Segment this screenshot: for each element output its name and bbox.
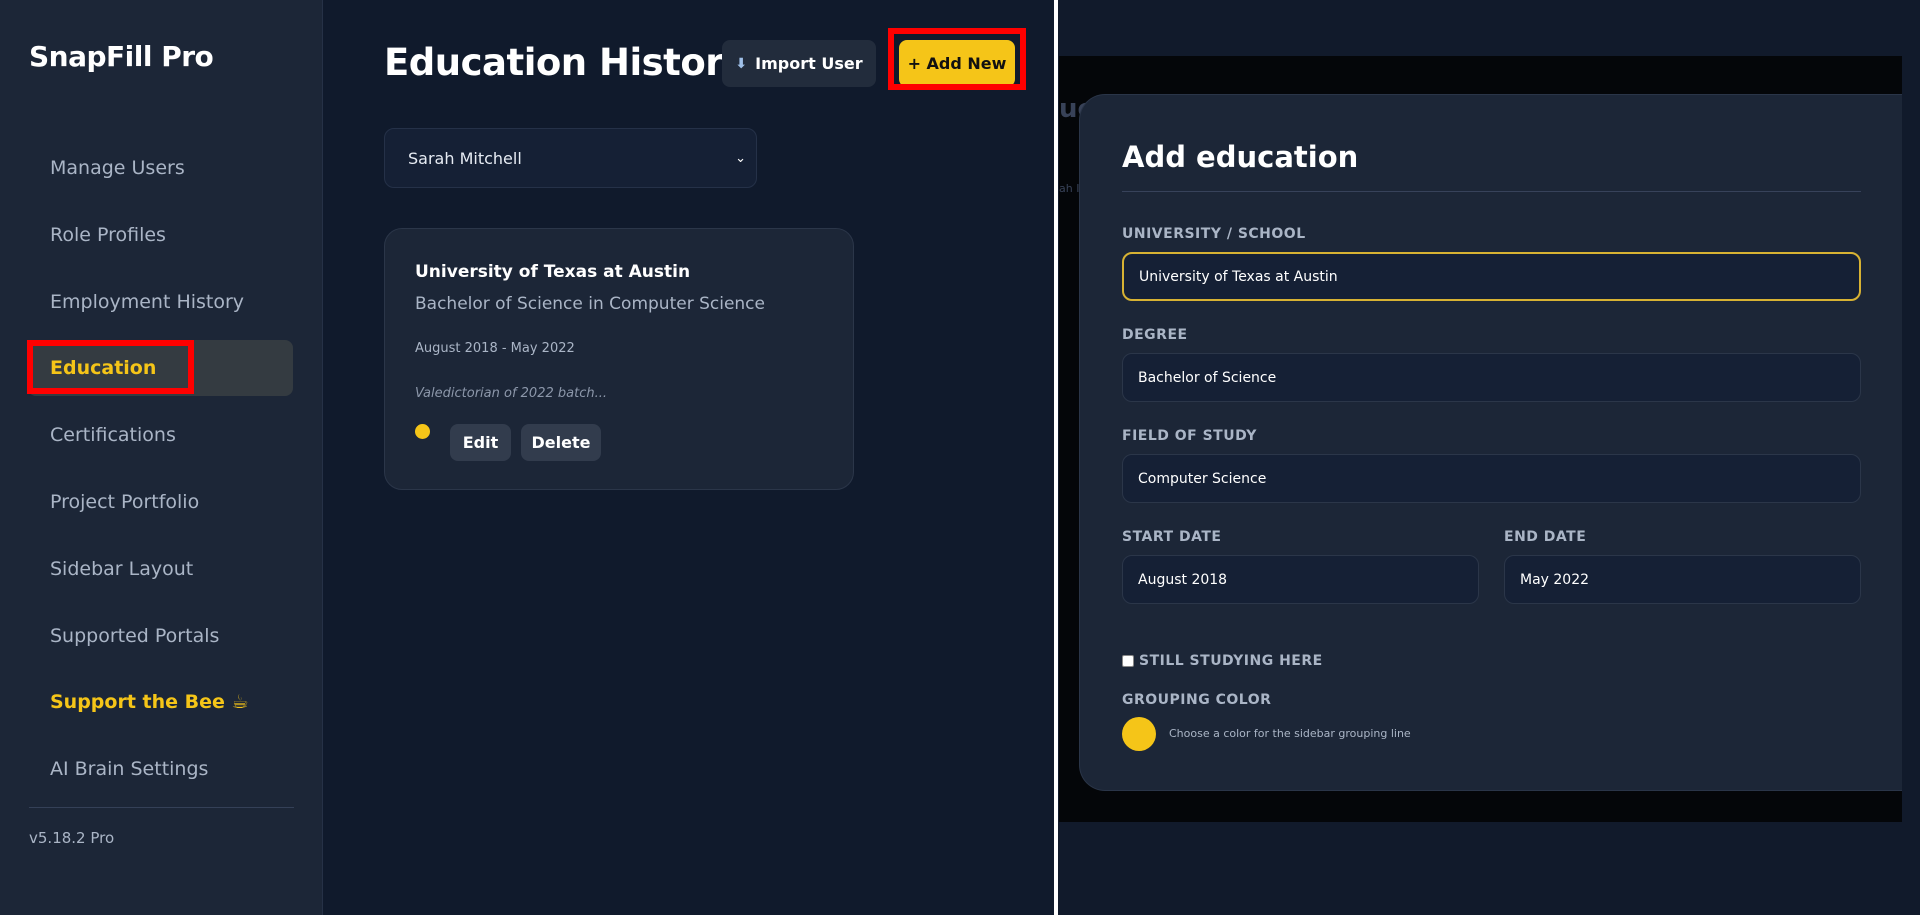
- group-color-dot: [415, 424, 430, 439]
- add-new-button[interactable]: + Add New: [899, 40, 1015, 87]
- education-dates: August 2018 - May 2022: [415, 341, 575, 356]
- modal-backdrop[interactable]: uc ah I Add education UNIVERSITY / SCHOO…: [1059, 56, 1902, 822]
- start-date-input[interactable]: August 2018: [1122, 555, 1479, 604]
- education-school: University of Texas at Austin: [415, 262, 691, 282]
- app-version: v5.18.2 Pro: [29, 829, 115, 847]
- sidebar-item-supported-portals[interactable]: Supported Portals: [28, 608, 293, 664]
- degree-label: DEGREE: [1122, 327, 1188, 343]
- education-description: Valedictorian of 2022 batch...: [415, 386, 607, 401]
- import-user-label: Import User: [755, 54, 863, 73]
- sidebar-item-sidebar-layout[interactable]: Sidebar Layout: [28, 541, 293, 597]
- edit-button[interactable]: Edit: [450, 424, 511, 461]
- modal-title: Add education: [1122, 140, 1359, 174]
- end-date-label: END DATE: [1504, 529, 1587, 545]
- user-select[interactable]: Sarah Mitchell ⌄: [384, 128, 757, 188]
- education-card: University of Texas at Austin Bachelor o…: [384, 228, 854, 490]
- delete-button[interactable]: Delete: [521, 424, 601, 461]
- chevron-down-icon: ⌄: [735, 150, 746, 166]
- sidebar-item-role-profiles[interactable]: Role Profiles: [28, 207, 293, 263]
- education-degree: Bachelor of Science in Computer Science: [415, 294, 765, 314]
- app-brand: SnapFill Pro: [29, 40, 214, 73]
- end-date-input[interactable]: May 2022: [1504, 555, 1861, 604]
- add-education-modal: Add education UNIVERSITY / SCHOOL Univer…: [1079, 94, 1902, 791]
- sidebar-item-manage-users[interactable]: Manage Users: [28, 140, 293, 196]
- page-title: Education History: [384, 41, 747, 84]
- sidebar-item-support-the-bee[interactable]: Support the Bee ☕: [28, 674, 293, 730]
- sidebar: SnapFill Pro Manage Users Role Profiles …: [0, 0, 323, 915]
- grouping-color-picker[interactable]: [1122, 717, 1156, 751]
- degree-input[interactable]: Bachelor of Science: [1122, 353, 1861, 402]
- still-studying-row: STILL STUDYING HERE: [1122, 653, 1323, 669]
- user-select-value: Sarah Mitchell: [408, 148, 522, 168]
- grouping-color-label: GROUPING COLOR: [1122, 692, 1272, 708]
- sidebar-item-project-portfolio[interactable]: Project Portfolio: [28, 474, 293, 530]
- field-of-study-label: FIELD OF STUDY: [1122, 428, 1257, 444]
- grouping-color-hint: Choose a color for the sidebar grouping …: [1169, 727, 1411, 740]
- app-window: SnapFill Pro Manage Users Role Profiles …: [0, 0, 1054, 915]
- still-studying-checkbox[interactable]: [1122, 655, 1134, 667]
- start-date-label: START DATE: [1122, 529, 1222, 545]
- import-user-icon: ⬇: [735, 55, 748, 72]
- field-of-study-input[interactable]: Computer Science: [1122, 454, 1861, 503]
- sidebar-item-employment-history[interactable]: Employment History: [28, 274, 293, 330]
- sidebar-nav: Manage Users Role Profiles Employment Hi…: [28, 140, 293, 808]
- university-label: UNIVERSITY / SCHOOL: [1122, 226, 1306, 242]
- sidebar-item-ai-brain-settings[interactable]: AI Brain Settings: [28, 741, 293, 797]
- sidebar-divider: [29, 807, 294, 808]
- import-user-button[interactable]: ⬇ Import User: [722, 40, 876, 87]
- sidebar-item-education[interactable]: Education: [28, 340, 293, 397]
- sidebar-item-certifications[interactable]: Certifications: [28, 407, 293, 463]
- modal-divider: [1122, 191, 1861, 192]
- backdrop-ghost-select: ah I: [1059, 182, 1080, 195]
- university-input[interactable]: University of Texas at Austin: [1122, 252, 1861, 301]
- still-studying-label: STILL STUDYING HERE: [1139, 653, 1323, 669]
- modal-screenshot-pane: uc ah I Add education UNIVERSITY / SCHOO…: [1058, 0, 1920, 915]
